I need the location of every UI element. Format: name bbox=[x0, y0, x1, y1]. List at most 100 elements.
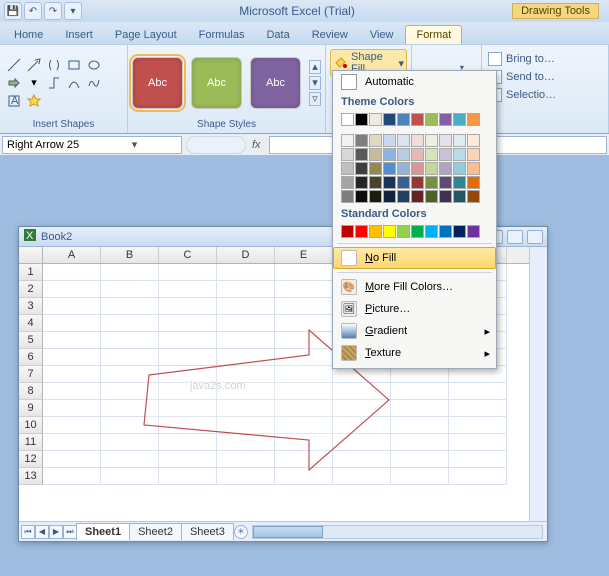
maximize-button[interactable] bbox=[507, 230, 523, 244]
col-header-A[interactable]: A bbox=[43, 247, 101, 263]
cell-E11[interactable] bbox=[275, 434, 333, 451]
color-swatch[interactable] bbox=[467, 134, 480, 147]
sheet-tab-sheet3[interactable]: Sheet3 bbox=[181, 523, 234, 540]
cell-B7[interactable] bbox=[101, 366, 159, 383]
color-swatch[interactable] bbox=[425, 225, 438, 238]
cell-E9[interactable] bbox=[275, 400, 333, 417]
color-swatch[interactable] bbox=[369, 148, 382, 161]
cell-C5[interactable] bbox=[159, 332, 217, 349]
color-swatch[interactable] bbox=[383, 134, 396, 147]
cell-H8[interactable] bbox=[449, 383, 507, 400]
color-swatch[interactable] bbox=[453, 162, 466, 175]
color-swatch[interactable] bbox=[355, 176, 368, 189]
color-swatch[interactable] bbox=[369, 225, 382, 238]
cell-D9[interactable] bbox=[217, 400, 275, 417]
cell-B12[interactable] bbox=[101, 451, 159, 468]
cell-C4[interactable] bbox=[159, 315, 217, 332]
cell-D5[interactable] bbox=[217, 332, 275, 349]
cell-F11[interactable] bbox=[333, 434, 391, 451]
color-swatch[interactable] bbox=[453, 134, 466, 147]
cell-G12[interactable] bbox=[391, 451, 449, 468]
row-header-3[interactable]: 3 bbox=[19, 298, 43, 315]
cell-D11[interactable] bbox=[217, 434, 275, 451]
color-swatch[interactable] bbox=[425, 176, 438, 189]
vertical-scrollbar[interactable] bbox=[529, 247, 547, 521]
fx-label[interactable]: fx bbox=[246, 139, 267, 151]
cell-A3[interactable] bbox=[43, 298, 101, 315]
color-swatch[interactable] bbox=[439, 176, 452, 189]
cell-A9[interactable] bbox=[43, 400, 101, 417]
color-swatch[interactable] bbox=[439, 148, 452, 161]
cell-G13[interactable] bbox=[391, 468, 449, 485]
cell-B4[interactable] bbox=[101, 315, 159, 332]
color-swatch[interactable] bbox=[341, 148, 354, 161]
cell-D2[interactable] bbox=[217, 281, 275, 298]
color-swatch[interactable] bbox=[411, 162, 424, 175]
automatic-fill[interactable]: Automatic bbox=[333, 71, 496, 93]
shape-ellipse-icon[interactable] bbox=[86, 57, 102, 73]
cell-A1[interactable] bbox=[43, 264, 101, 281]
cell-A8[interactable] bbox=[43, 383, 101, 400]
row-header-10[interactable]: 10 bbox=[19, 417, 43, 434]
color-swatch[interactable] bbox=[341, 162, 354, 175]
color-swatch[interactable] bbox=[439, 190, 452, 203]
shape-style-1[interactable]: Abc bbox=[132, 57, 183, 109]
color-swatch[interactable] bbox=[439, 162, 452, 175]
tab-next[interactable]: ▶ bbox=[49, 525, 63, 539]
cell-F10[interactable] bbox=[333, 417, 391, 434]
cell-B11[interactable] bbox=[101, 434, 159, 451]
row-header-4[interactable]: 4 bbox=[19, 315, 43, 332]
cell-E6[interactable] bbox=[275, 349, 333, 366]
cell-C9[interactable] bbox=[159, 400, 217, 417]
sheet-tab-sheet1[interactable]: Sheet1 bbox=[76, 523, 130, 540]
row-header-2[interactable]: 2 bbox=[19, 281, 43, 298]
color-swatch[interactable] bbox=[397, 190, 410, 203]
color-swatch[interactable] bbox=[467, 190, 480, 203]
cell-D1[interactable] bbox=[217, 264, 275, 281]
tab-data[interactable]: Data bbox=[256, 26, 299, 44]
cell-D12[interactable] bbox=[217, 451, 275, 468]
shapes-more-icon[interactable]: ▾ bbox=[26, 75, 42, 91]
cell-C6[interactable] bbox=[159, 349, 217, 366]
shape-curve-icon[interactable] bbox=[66, 75, 82, 91]
row-header-8[interactable]: 8 bbox=[19, 383, 43, 400]
color-swatch[interactable] bbox=[383, 148, 396, 161]
color-swatch[interactable] bbox=[411, 190, 424, 203]
cell-E12[interactable] bbox=[275, 451, 333, 468]
color-swatch[interactable] bbox=[439, 225, 452, 238]
row-header-13[interactable]: 13 bbox=[19, 468, 43, 485]
chevron-down-icon[interactable]: ▾ bbox=[92, 138, 177, 151]
color-swatch[interactable] bbox=[355, 148, 368, 161]
cell-A6[interactable] bbox=[43, 349, 101, 366]
cell-A13[interactable] bbox=[43, 468, 101, 485]
color-swatch[interactable] bbox=[341, 176, 354, 189]
row-header-12[interactable]: 12 bbox=[19, 451, 43, 468]
cell-E1[interactable] bbox=[275, 264, 333, 281]
row-header-6[interactable]: 6 bbox=[19, 349, 43, 366]
save-button[interactable]: 💾 bbox=[4, 2, 22, 20]
color-swatch[interactable] bbox=[397, 225, 410, 238]
cell-H12[interactable] bbox=[449, 451, 507, 468]
tab-formulas[interactable]: Formulas bbox=[189, 26, 255, 44]
col-header-B[interactable]: B bbox=[101, 247, 159, 263]
color-swatch[interactable] bbox=[355, 225, 368, 238]
color-swatch[interactable] bbox=[467, 162, 480, 175]
color-swatch[interactable] bbox=[369, 113, 382, 126]
cell-C2[interactable] bbox=[159, 281, 217, 298]
cell-A12[interactable] bbox=[43, 451, 101, 468]
color-swatch[interactable] bbox=[369, 162, 382, 175]
shape-freeform-icon[interactable] bbox=[86, 75, 102, 91]
cell-B1[interactable] bbox=[101, 264, 159, 281]
cell-C13[interactable] bbox=[159, 468, 217, 485]
cell-C11[interactable] bbox=[159, 434, 217, 451]
col-header-C[interactable]: C bbox=[159, 247, 217, 263]
shape-arrow-icon[interactable] bbox=[26, 57, 42, 73]
color-swatch[interactable] bbox=[425, 113, 438, 126]
tab-prev[interactable]: ◀ bbox=[35, 525, 49, 539]
cell-G9[interactable] bbox=[391, 400, 449, 417]
tab-insert[interactable]: Insert bbox=[55, 26, 103, 44]
shape-style-3[interactable]: Abc bbox=[250, 57, 301, 109]
cell-E3[interactable] bbox=[275, 298, 333, 315]
cell-E2[interactable] bbox=[275, 281, 333, 298]
color-swatch[interactable] bbox=[383, 113, 396, 126]
